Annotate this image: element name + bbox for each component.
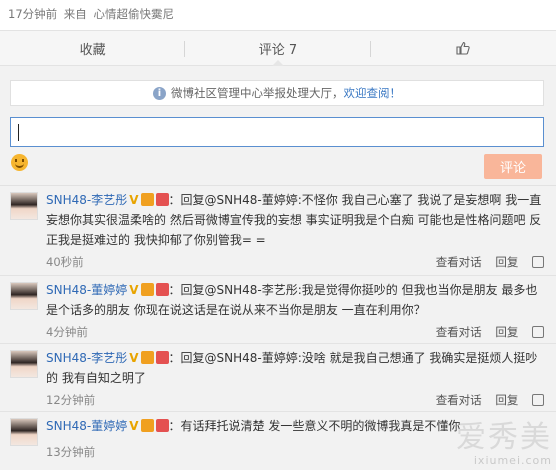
notice-text: 微博社区管理中心举报处理大厅， — [171, 86, 344, 100]
reply-link[interactable]: 回复 — [495, 393, 518, 407]
comment-author[interactable]: SNH48-李艺彤 — [46, 351, 127, 365]
verified-icon: V — [129, 193, 139, 207]
thumbs-up-icon — [456, 41, 471, 55]
avatar[interactable] — [10, 192, 38, 220]
comment-author[interactable]: SNH48-李艺彤 — [46, 193, 127, 207]
comment-author[interactable]: SNH48-董婷婷 — [46, 283, 127, 297]
emoji-icon[interactable] — [11, 154, 28, 171]
comment-time: 13分钟前 — [46, 445, 96, 459]
vip-icon — [140, 193, 154, 206]
comment-panel: i 微博社区管理中心举报处理大厅， 欢迎查阅！ 评论 SNH48-李艺彤 V ：回复… — [0, 66, 556, 470]
comment-actions: 查看对话 回复 — [426, 392, 544, 408]
comment-text: ：有话拜托说清楚 发一些意义不明的微博我真是不懂你 — [168, 419, 461, 433]
comment-time: 4分钟前 — [46, 325, 88, 339]
watermark: 爱秀美 ixiumei.com — [436, 412, 552, 467]
vip-icon — [140, 351, 154, 364]
like-icon[interactable] — [532, 326, 544, 338]
notice-link[interactable]: 欢迎查阅！ — [344, 85, 402, 101]
avatar[interactable] — [10, 418, 38, 446]
avatar[interactable] — [10, 350, 38, 378]
tab-like[interactable] — [371, 31, 556, 65]
verified-icon: V — [129, 283, 139, 297]
report-notice: i 微博社区管理中心举报处理大厅， 欢迎查阅！ — [10, 80, 544, 106]
watermark-main: 爱秀美 — [456, 420, 552, 455]
comment-time: 12分钟前 — [46, 393, 96, 407]
comment-body: SNH48-李艺彤 V ：回复@SNH48-董婷婷:不怪你 我自己心塞了 我说了是妄… — [46, 190, 546, 250]
view-conversation-link[interactable]: 查看对话 — [436, 393, 482, 407]
like-icon[interactable] — [532, 256, 544, 268]
tab-comment[interactable]: 评论 7 — [185, 31, 371, 66]
comment-input[interactable] — [10, 117, 544, 147]
action-bar: 收藏 评论 7 — [0, 30, 556, 66]
info-icon: i — [153, 86, 166, 100]
comment-body: SNH48-李艺彤 V ：回复@SNH48-董婷婷:没啥 就是我自己想通了 我确实是… — [46, 348, 546, 388]
favorite-label: 收藏 — [79, 42, 106, 58]
view-conversation-link[interactable]: 查看对话 — [436, 325, 482, 339]
post-meta: 17分钟前 来自 心情超偷快霙尼 — [0, 0, 556, 30]
source-app[interactable]: 心情超偷快霙尼 — [93, 7, 174, 21]
tab-favorite[interactable]: 收藏 — [0, 31, 186, 65]
verified-icon: V — [129, 351, 139, 365]
comment-item: SNH48-李艺彤 V ：回复@SNH48-董婷婷:不怪你 我自己心塞了 我说了是妄… — [0, 186, 556, 276]
comment-body: SNH48-董婷婷 V ：回复@SNH48-李艺彤:我是觉得你挺吵的 但我也当你是朋… — [46, 280, 546, 320]
reply-link[interactable]: 回复 — [495, 325, 518, 339]
like-icon[interactable] — [532, 394, 544, 406]
post-time: 17分钟前 — [8, 7, 58, 21]
avatar[interactable] — [10, 282, 38, 310]
member-icon — [155, 193, 169, 206]
comment-item: SNH48-董婷婷 V ：回复@SNH48-李艺彤:我是觉得你挺吵的 但我也当你是朋… — [0, 276, 556, 344]
verified-icon: V — [129, 419, 139, 433]
view-conversation-link[interactable]: 查看对话 — [436, 255, 482, 269]
submit-comment-button[interactable]: 评论 — [484, 154, 542, 179]
comment-actions: 查看对话 回复 — [426, 324, 544, 340]
member-icon — [155, 283, 169, 296]
reply-link[interactable]: 回复 — [495, 255, 518, 269]
comment-time: 40秒前 — [46, 255, 84, 269]
vip-icon — [140, 283, 154, 296]
comment-label: 评论 7 — [258, 42, 298, 58]
watermark-sub: ixiumei.com — [473, 454, 552, 467]
member-icon — [155, 351, 169, 364]
comment-item: SNH48-李艺彤 V ：回复@SNH48-董婷婷:没啥 就是我自己想通了 我确实是… — [0, 344, 556, 412]
comment-actions: 查看对话 回复 — [426, 254, 544, 270]
vip-icon — [140, 419, 154, 432]
comment-author[interactable]: SNH48-董婷婷 — [46, 419, 127, 433]
source-prefix: 来自 — [63, 7, 87, 21]
text-caret — [18, 124, 19, 141]
member-icon — [155, 419, 169, 432]
